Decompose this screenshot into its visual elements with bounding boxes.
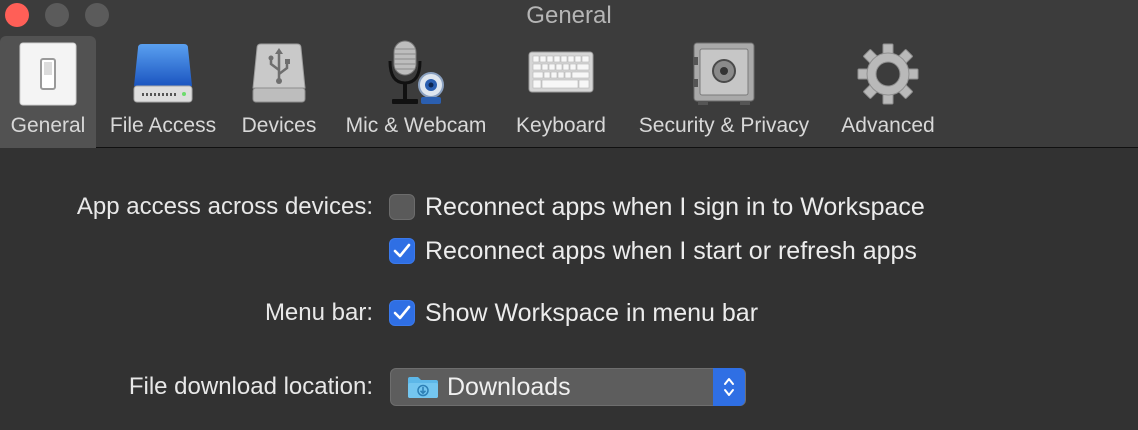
download-location-value: Downloads	[447, 372, 571, 401]
tab-file-access-label: File Access	[109, 114, 217, 137]
checkmark-icon	[393, 305, 411, 320]
tab-advanced[interactable]: Advanced	[832, 36, 944, 148]
chevron-up-down-icon	[724, 378, 734, 396]
tab-keyboard-label: Keyboard	[516, 114, 606, 137]
safe-icon	[689, 38, 759, 110]
reconnect-on-sign-in-checkbox[interactable]	[389, 194, 415, 220]
window-title: General	[526, 2, 612, 29]
keyboard-icon	[526, 38, 596, 110]
window-toolbar-area: General General File Access Devices Mic …	[0, 0, 1138, 148]
usb-drive-icon	[244, 38, 314, 110]
tab-security-privacy-label: Security & Privacy	[638, 114, 810, 137]
tab-general-label: General	[10, 114, 86, 137]
download-location-popup[interactable]: Downloads	[390, 368, 746, 406]
tab-mic-webcam-label: Mic & Webcam	[345, 114, 487, 137]
hard-drive-icon	[128, 38, 198, 110]
light-switch-icon	[13, 38, 83, 110]
show-in-menu-bar-label[interactable]: Show Workspace in menu bar	[425, 299, 758, 328]
tab-general[interactable]: General	[0, 36, 96, 148]
gear-icon	[853, 38, 923, 110]
menu-bar-label: Menu bar:	[264, 299, 373, 326]
reconnect-on-sign-in-label[interactable]: Reconnect apps when I sign in to Workspa…	[425, 193, 925, 222]
popup-stepper[interactable]	[713, 368, 745, 406]
tab-file-access[interactable]: File Access	[100, 36, 226, 148]
tab-devices[interactable]: Devices	[234, 36, 324, 148]
tab-security-privacy[interactable]: Security & Privacy	[624, 36, 824, 148]
reconnect-on-start-label[interactable]: Reconnect apps when I start or refresh a…	[425, 237, 917, 266]
downloads-folder-icon	[408, 377, 438, 398]
tab-advanced-label: Advanced	[841, 114, 935, 137]
tab-keyboard[interactable]: Keyboard	[508, 36, 614, 148]
reconnect-on-start-checkbox[interactable]	[389, 238, 415, 264]
download-location-label: File download location:	[128, 373, 373, 400]
microphone-webcam-icon	[381, 38, 451, 110]
checkmark-icon	[393, 243, 411, 258]
tab-devices-label: Devices	[241, 114, 317, 137]
app-access-label: App access across devices:	[76, 193, 373, 220]
show-in-menu-bar-checkbox[interactable]	[389, 300, 415, 326]
tab-mic-webcam[interactable]: Mic & Webcam	[336, 36, 496, 148]
